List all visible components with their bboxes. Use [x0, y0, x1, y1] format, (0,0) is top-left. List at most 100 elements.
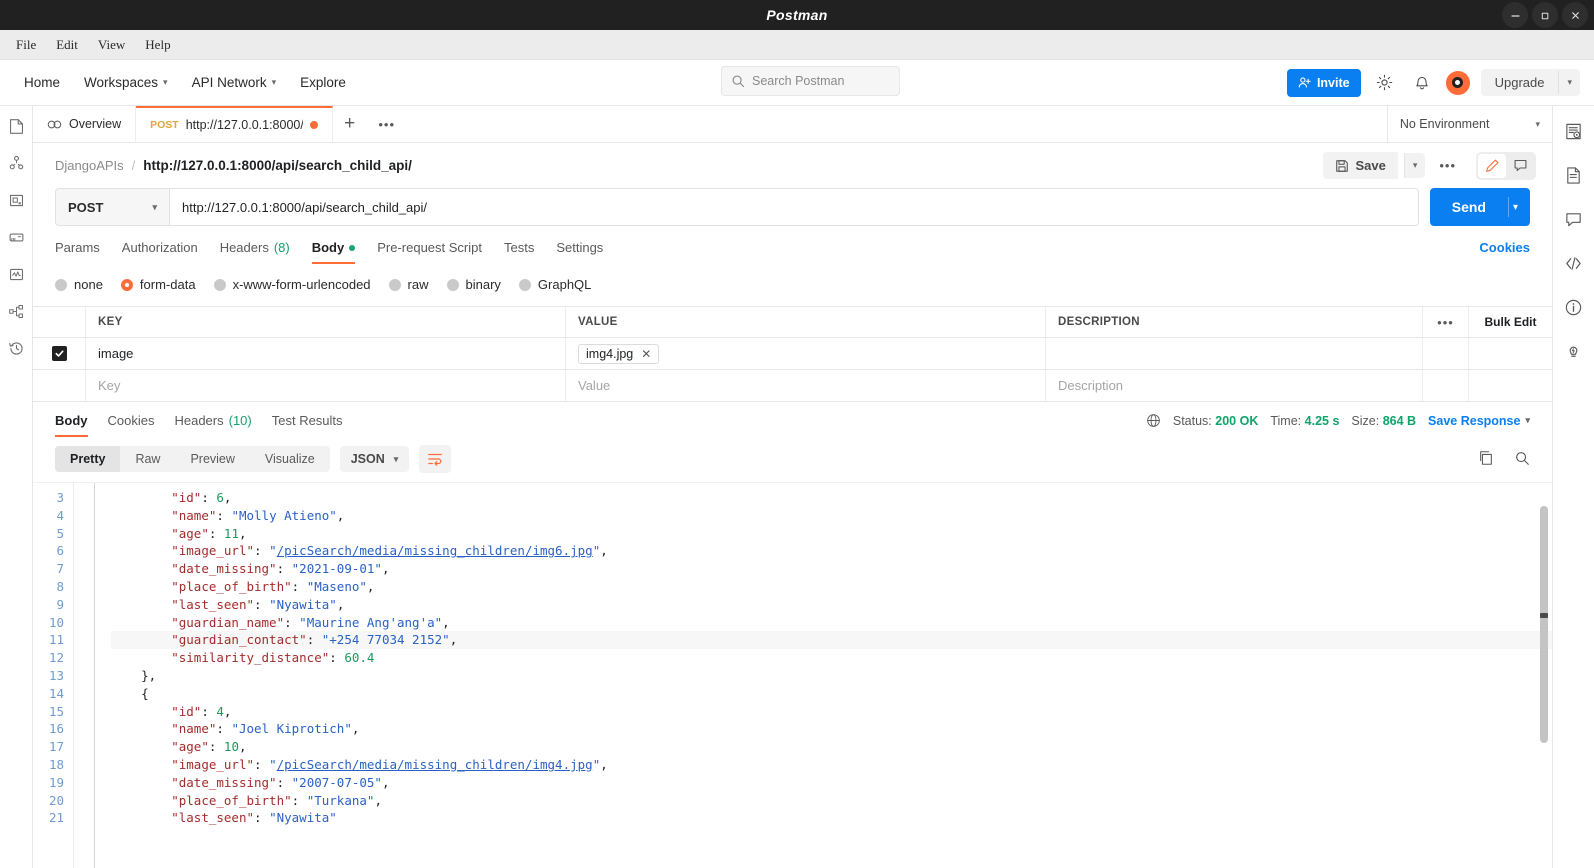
- row-description-cell[interactable]: [1046, 338, 1422, 369]
- empty-description-cell[interactable]: Description: [1046, 370, 1422, 401]
- fold-cell[interactable]: [74, 631, 94, 649]
- menu-help[interactable]: Help: [137, 34, 178, 56]
- nav-workspaces[interactable]: Workspaces ▾: [74, 69, 178, 96]
- request-tab-tests[interactable]: Tests: [504, 240, 534, 264]
- body-type-binary[interactable]: binary: [446, 277, 501, 292]
- response-tab-headers[interactable]: Headers (10): [174, 413, 251, 437]
- close-icon[interactable]: ✕: [641, 347, 651, 361]
- file-chip[interactable]: img4.jpg ✕: [578, 343, 660, 364]
- save-dropdown-icon[interactable]: ▾: [1403, 153, 1426, 178]
- fold-cell[interactable]: [74, 703, 94, 721]
- fold-cell[interactable]: [74, 596, 94, 614]
- info-icon[interactable]: [1564, 297, 1584, 317]
- close-icon[interactable]: [1562, 2, 1588, 28]
- fold-cell[interactable]: [74, 792, 94, 810]
- fold-cell[interactable]: [74, 525, 94, 543]
- request-tab-settings[interactable]: Settings: [556, 240, 603, 264]
- search-icon[interactable]: [1514, 450, 1530, 469]
- body-type-x-www-form-urlencoded[interactable]: x-www-form-urlencoded: [213, 277, 371, 292]
- environment-quick-look-icon[interactable]: [1564, 121, 1584, 141]
- body-type-none[interactable]: none: [55, 277, 103, 292]
- row-key-cell[interactable]: image: [86, 338, 566, 369]
- response-tab-test-results[interactable]: Test Results: [272, 413, 343, 437]
- url-input[interactable]: http://127.0.0.1:8000/api/search_child_a…: [170, 188, 1419, 226]
- send-button[interactable]: Send ▾: [1429, 188, 1530, 226]
- fold-cell[interactable]: [74, 720, 94, 738]
- fold-cell[interactable]: [74, 578, 94, 596]
- fold-cell[interactable]: [74, 542, 94, 560]
- fold-cell[interactable]: [74, 667, 94, 685]
- upgrade-button[interactable]: Upgrade ▾: [1480, 69, 1580, 96]
- fold-cell[interactable]: [74, 507, 94, 525]
- lightbulb-icon[interactable]: [1564, 341, 1584, 361]
- maximize-icon[interactable]: [1532, 2, 1558, 28]
- mock-servers-icon[interactable]: [6, 227, 26, 247]
- menu-edit[interactable]: Edit: [48, 34, 86, 56]
- empty-key-cell[interactable]: Key: [86, 370, 566, 401]
- bulk-edit-button[interactable]: Bulk Edit: [1468, 307, 1552, 337]
- response-body-viewer[interactable]: 3 4 5 6 7 8 9 10 11 12 13 14 15 16 17 18 19 20 21 "id": 6,…: [33, 482, 1552, 868]
- format-preview[interactable]: Preview: [175, 446, 249, 472]
- apis-icon[interactable]: [6, 153, 26, 173]
- request-tab-authorization[interactable]: Authorization: [122, 240, 198, 264]
- language-select[interactable]: JSON ▾: [339, 446, 410, 472]
- row-checkbox[interactable]: [51, 346, 67, 361]
- token-lnk[interactable]: /picSearch/media/missing_children/img6.j…: [277, 543, 593, 558]
- fold-cell[interactable]: [74, 809, 94, 827]
- tab-options-button[interactable]: •••: [367, 106, 407, 142]
- fold-cell[interactable]: [74, 774, 94, 792]
- avatar[interactable]: [1445, 70, 1470, 95]
- row-value-cell[interactable]: img4.jpg ✕: [566, 338, 1046, 369]
- save-response-button[interactable]: Save Response ▾: [1428, 414, 1530, 428]
- response-tab-cookies[interactable]: Cookies: [108, 413, 155, 437]
- gear-icon[interactable]: [1372, 70, 1398, 96]
- format-visualize[interactable]: Visualize: [250, 446, 330, 472]
- environment-selector[interactable]: No Environment ▾: [1386, 106, 1552, 142]
- menu-file[interactable]: File: [8, 34, 44, 56]
- bell-icon[interactable]: [1409, 70, 1435, 96]
- vertical-scrollbar[interactable]: [1540, 506, 1548, 743]
- empty-value-cell[interactable]: Value: [566, 370, 1046, 401]
- tab-request[interactable]: POST http://127.0.0.1:8000/a: [136, 106, 333, 142]
- body-type-raw[interactable]: raw: [388, 277, 429, 292]
- copy-icon[interactable]: [1478, 450, 1494, 469]
- invite-button[interactable]: Invite: [1286, 68, 1361, 97]
- request-tab-headers[interactable]: Headers (8): [220, 240, 290, 264]
- wrap-lines-icon[interactable]: [419, 445, 452, 473]
- request-tab-body[interactable]: Body: [311, 240, 356, 264]
- edit-pencil-icon[interactable]: [1478, 153, 1506, 178]
- format-raw[interactable]: Raw: [120, 446, 175, 472]
- token-lnk[interactable]: /picSearch/media/missing_children/img4.j…: [277, 757, 593, 772]
- save-button[interactable]: Save: [1323, 152, 1398, 179]
- request-tab-pre-request-script[interactable]: Pre-request Script: [377, 240, 482, 264]
- body-type-form-data[interactable]: form-data: [120, 277, 196, 292]
- menu-view[interactable]: View: [90, 34, 133, 56]
- http-method-select[interactable]: POST ▾: [55, 188, 170, 226]
- flows-icon[interactable]: [6, 301, 26, 321]
- format-pretty[interactable]: Pretty: [55, 446, 121, 472]
- comment-icon[interactable]: [1506, 154, 1534, 178]
- search-input[interactable]: Search Postman: [721, 66, 900, 96]
- fold-cell[interactable]: [74, 489, 94, 507]
- fold-cell[interactable]: [74, 614, 94, 632]
- new-tab-button[interactable]: +: [333, 106, 367, 142]
- fold-cell[interactable]: [74, 560, 94, 578]
- table-more-button[interactable]: •••: [1422, 307, 1468, 337]
- tab-overview[interactable]: Overview: [33, 106, 137, 142]
- response-tab-body[interactable]: Body: [55, 413, 88, 437]
- history-icon[interactable]: [6, 338, 26, 358]
- fold-cell[interactable]: [74, 649, 94, 667]
- nav-home[interactable]: Home: [14, 69, 70, 96]
- json-code[interactable]: "id": 6, "name": "Molly Atieno", "age": …: [95, 483, 1552, 868]
- fold-cell[interactable]: [74, 685, 94, 703]
- nav-api-network[interactable]: API Network ▾: [182, 69, 287, 96]
- monitors-icon[interactable]: [6, 264, 26, 284]
- send-dropdown-icon[interactable]: ▾: [1507, 197, 1530, 217]
- fold-cell[interactable]: [74, 738, 94, 756]
- fold-cell[interactable]: [74, 756, 94, 774]
- nav-explore[interactable]: Explore: [290, 69, 356, 96]
- breadcrumb-collection[interactable]: DjangoAPIs: [55, 158, 124, 173]
- minimize-icon[interactable]: [1502, 2, 1528, 28]
- fold-column[interactable]: [73, 483, 95, 868]
- documentation-icon[interactable]: [1564, 165, 1584, 185]
